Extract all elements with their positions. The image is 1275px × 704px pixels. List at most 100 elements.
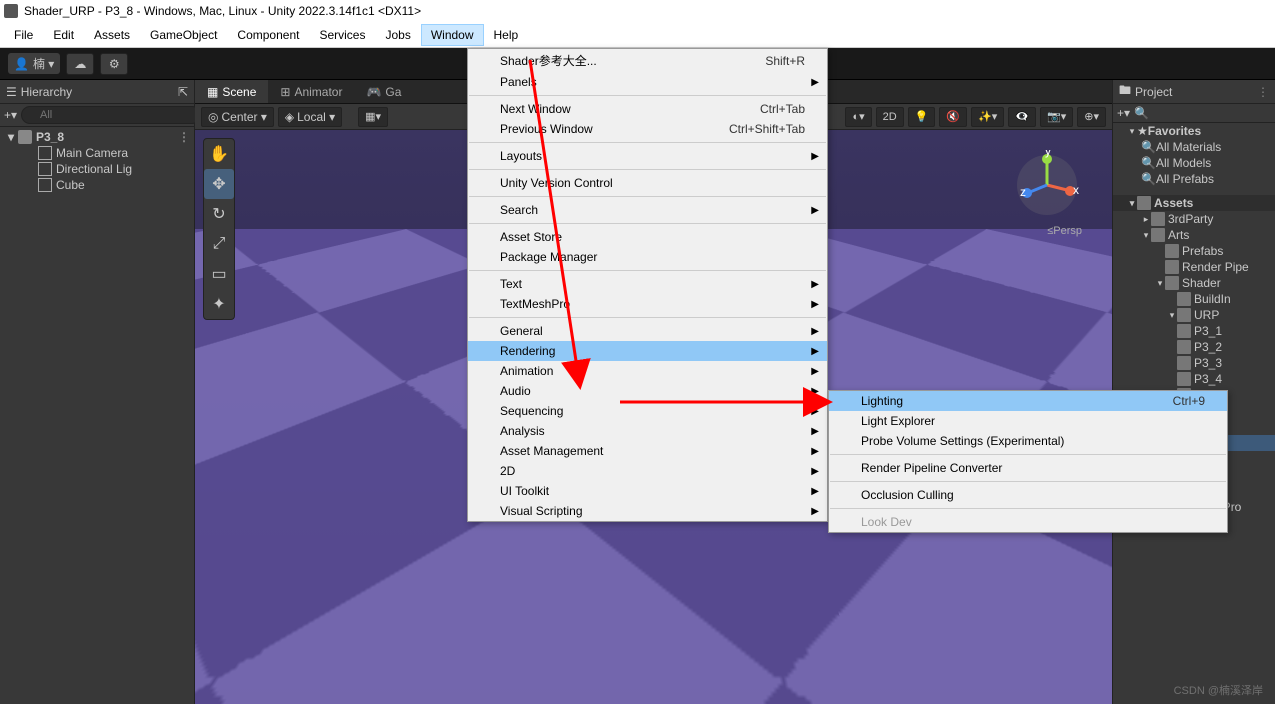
- cloud-button[interactable]: ☁: [66, 53, 94, 75]
- rect-tool[interactable]: ▭: [204, 259, 234, 289]
- project-menu-icon[interactable]: ⋮: [1257, 85, 1269, 99]
- project-item[interactable]: BuildIn: [1113, 291, 1275, 307]
- menu-item[interactable]: Package Manager: [468, 247, 827, 267]
- menu-item[interactable]: TextMeshPro▶: [468, 294, 827, 314]
- project-tab[interactable]: 🖿 Project ⋮: [1113, 80, 1275, 104]
- menu-item-label: General: [500, 324, 543, 338]
- light-button[interactable]: 💡: [908, 107, 936, 127]
- move-tool[interactable]: ✥: [204, 169, 234, 199]
- project-item[interactable]: ▸3rdParty: [1113, 211, 1275, 227]
- account-button[interactable]: 👤 楠 ▾: [8, 53, 60, 74]
- submenu-item[interactable]: Probe Volume Settings (Experimental): [829, 431, 1227, 451]
- audio-button[interactable]: 🔇: [939, 107, 967, 127]
- add-button[interactable]: +▾: [1117, 106, 1130, 120]
- camera-button[interactable]: 📷▾: [1040, 107, 1073, 127]
- detach-icon[interactable]: ⇱: [178, 85, 188, 99]
- hierarchy-search-input[interactable]: [21, 106, 201, 124]
- menu-item[interactable]: Panels▶: [468, 72, 827, 92]
- scale-tool[interactable]: ⤢: [204, 229, 234, 259]
- watermark: CSDN @楠溪泽岸: [1174, 682, 1263, 698]
- menu-window[interactable]: Window: [421, 24, 484, 46]
- hierarchy-root[interactable]: ▾ P3_8 ⋮: [0, 129, 194, 145]
- menu-item[interactable]: Shader参考大全...Shift+R: [468, 49, 827, 72]
- menu-item[interactable]: Analysis▶: [468, 421, 827, 441]
- menu-item[interactable]: Animation▶: [468, 361, 827, 381]
- transform-tool[interactable]: ✦: [204, 289, 234, 319]
- menu-assets[interactable]: Assets: [84, 24, 140, 46]
- 2d-button[interactable]: 2D: [876, 107, 904, 127]
- menu-item[interactable]: UI Toolkit▶: [468, 481, 827, 501]
- hierarchy-item[interactable]: Cube: [0, 177, 194, 193]
- menu-file[interactable]: File: [4, 24, 43, 46]
- menu-services[interactable]: Services: [309, 24, 375, 46]
- hierarchy-item[interactable]: Directional Lig: [0, 161, 194, 177]
- menu-component[interactable]: Component: [227, 24, 309, 46]
- menu-gameobject[interactable]: GameObject: [140, 24, 227, 46]
- menu-item[interactable]: Unity Version Control: [468, 173, 827, 193]
- scene-menu-icon[interactable]: ⋮: [178, 130, 190, 144]
- favorite-item[interactable]: 🔍 All Materials: [1113, 139, 1275, 155]
- project-item[interactable]: P3_4: [1113, 371, 1275, 387]
- hierarchy-item-label: Directional Lig: [56, 162, 132, 176]
- menu-item[interactable]: Visual Scripting▶: [468, 501, 827, 521]
- menu-edit[interactable]: Edit: [43, 24, 84, 46]
- menu-item[interactable]: Asset Management▶: [468, 441, 827, 461]
- project-item[interactable]: ▾Shader: [1113, 275, 1275, 291]
- project-item[interactable]: Render Pipe: [1113, 259, 1275, 275]
- tab-animator[interactable]: ⊞Animator: [268, 80, 354, 103]
- assets-header[interactable]: ▾ Assets: [1113, 195, 1275, 211]
- menu-item[interactable]: General▶: [468, 321, 827, 341]
- menu-item[interactable]: Layouts▶: [468, 146, 827, 166]
- add-button[interactable]: +▾: [4, 108, 17, 122]
- tab-scene[interactable]: ▦Scene: [195, 80, 268, 103]
- persp-label[interactable]: ≤Persp: [1047, 225, 1082, 237]
- space-mode-button[interactable]: ◈Local ▾: [278, 107, 342, 127]
- favorites-header[interactable]: ▾★ Favorites: [1113, 123, 1275, 139]
- menu-help[interactable]: Help: [484, 24, 529, 46]
- project-item[interactable]: P3_1: [1113, 323, 1275, 339]
- rotate-tool[interactable]: ↻: [204, 199, 234, 229]
- pivot-mode-button[interactable]: ◎Center ▾: [201, 107, 274, 127]
- submenu-item-label: Look Dev: [861, 515, 912, 529]
- submenu-item[interactable]: LightingCtrl+9: [829, 391, 1227, 411]
- submenu-arrow-icon: ▶: [811, 346, 819, 357]
- hidden-button[interactable]: 👁‍🗨: [1008, 107, 1036, 127]
- window-title: Shader_URP - P3_8 - Windows, Mac, Linux …: [24, 4, 421, 18]
- menu-item-label: Shader参考大全...: [500, 52, 597, 69]
- menu-jobs[interactable]: Jobs: [375, 24, 420, 46]
- project-item[interactable]: Prefabs: [1113, 243, 1275, 259]
- menu-item-label: Previous Window: [500, 122, 593, 136]
- draw-mode-button[interactable]: ◐▾: [845, 107, 871, 127]
- search-icon: 🔍: [1141, 156, 1156, 170]
- favorite-item[interactable]: 🔍 All Models: [1113, 155, 1275, 171]
- submenu-item[interactable]: Light Explorer: [829, 411, 1227, 431]
- menu-item[interactable]: Next WindowCtrl+Tab: [468, 99, 827, 119]
- gizmo-button[interactable]: ⊕▾: [1077, 107, 1106, 127]
- favorite-item[interactable]: 🔍 All Prefabs: [1113, 171, 1275, 187]
- project-item[interactable]: ▾Arts: [1113, 227, 1275, 243]
- orientation-gizmo[interactable]: x y z: [1012, 150, 1082, 220]
- settings-button[interactable]: ⚙: [100, 53, 128, 75]
- tab-ga[interactable]: 🎮Ga: [354, 80, 413, 103]
- project-item-label: P3_4: [1194, 372, 1222, 386]
- submenu-item: Look Dev: [829, 512, 1227, 532]
- fx-button[interactable]: ✨▾: [971, 107, 1004, 127]
- menu-item[interactable]: Sequencing▶: [468, 401, 827, 421]
- project-item[interactable]: P3_2: [1113, 339, 1275, 355]
- grid-button[interactable]: ▦▾: [358, 107, 388, 127]
- menu-item[interactable]: Previous WindowCtrl+Shift+Tab: [468, 119, 827, 139]
- menu-item[interactable]: Search▶: [468, 200, 827, 220]
- submenu-item[interactable]: Occlusion Culling: [829, 485, 1227, 505]
- menu-item[interactable]: Asset Store: [468, 227, 827, 247]
- folder-icon: 🖿: [1119, 81, 1131, 102]
- hand-tool[interactable]: ✋: [204, 139, 234, 169]
- submenu-item[interactable]: Render Pipeline Converter: [829, 458, 1227, 478]
- project-item[interactable]: ▾URP: [1113, 307, 1275, 323]
- menu-item[interactable]: Text▶: [468, 274, 827, 294]
- menu-item[interactable]: Audio▶: [468, 381, 827, 401]
- project-item[interactable]: P3_3: [1113, 355, 1275, 371]
- menu-item[interactable]: 2D▶: [468, 461, 827, 481]
- hierarchy-tab[interactable]: ☰ Hierarchy ⇱: [0, 80, 194, 104]
- hierarchy-item[interactable]: Main Camera: [0, 145, 194, 161]
- menu-item[interactable]: Rendering▶: [468, 341, 827, 361]
